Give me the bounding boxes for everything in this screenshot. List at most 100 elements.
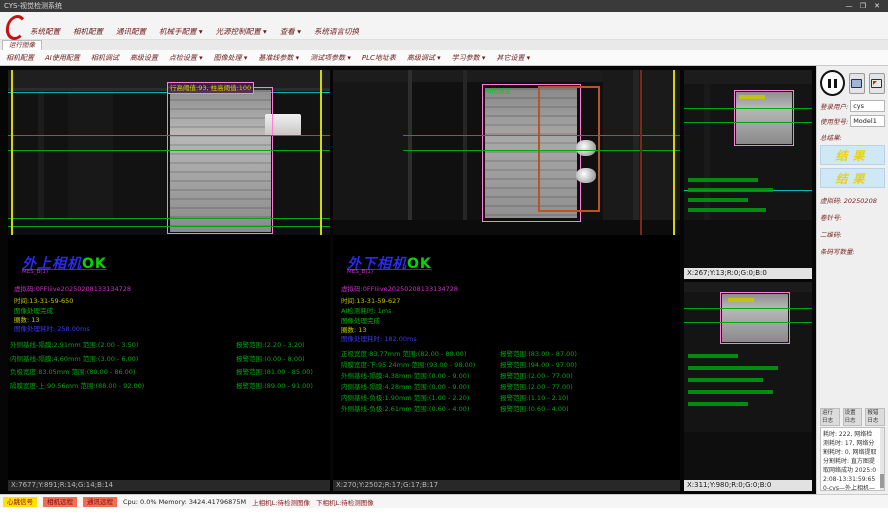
threshold-overlay-label: 行高阈值:93, 柱高阈值:100 [167, 82, 254, 94]
green-baseline [684, 108, 812, 109]
alarm-range: 报警范围:(89.00 - 91.00) [236, 380, 313, 390]
tool-other-settings[interactable]: 其它设置 ▾ [496, 53, 530, 63]
tool-camera-config[interactable]: 相机配置 [6, 53, 34, 63]
snapshot-button[interactable] [849, 73, 865, 94]
machinery-base [333, 220, 680, 235]
menu-robot-config[interactable]: 机械手配置 ▾ [159, 26, 203, 37]
cpu-memory-status: Cpu: 0.0% Memory: 3424.41796875M [123, 498, 246, 506]
log-text: 耗时: 222, 网络检测耗时: 17, 网络分割耗时: 0, 网络提取分割耗时… [821, 428, 884, 491]
write-count-label: 条码写数量: [820, 246, 885, 256]
comm-remote-badge: 通讯远程 [83, 497, 117, 507]
log-scroll-thumb[interactable] [880, 474, 884, 488]
toolbar: 相机配置 AI使用配置 相机调试 高级设置 点检设置 ▾ 图像处理 ▾ 基准线参… [0, 50, 888, 66]
menu-camera-config[interactable]: 相机配置 [73, 26, 103, 37]
menu-comm-config[interactable]: 通讯配置 [116, 26, 146, 37]
tool-camera-debug[interactable]: 相机调试 [91, 53, 119, 63]
title-bar: CYS-视觉检测系统 — ❐ ✕ [0, 0, 888, 12]
ai-zone-label: AI检测区 [485, 85, 511, 95]
model-input[interactable]: Model1 [850, 115, 885, 127]
machinery-edge [633, 70, 639, 235]
green-baseline [684, 122, 812, 123]
small-top-camera-panel: X:267;Y:13;R:0;G:0;B:0 [684, 70, 812, 279]
small-top-camera-image[interactable] [684, 70, 812, 268]
machinery-band [684, 70, 812, 84]
bright-spot [576, 168, 596, 183]
tool-baseline-params[interactable]: 基准线参数 ▾ [258, 53, 299, 63]
left-coordinate-bar: X:7677;Y:891;R:14;G:14;B:14 [8, 480, 330, 491]
machinery-column [68, 91, 113, 235]
alarm-range: 报警范围:(2.20 - 3.20) [236, 339, 305, 349]
text-overlay-bar [688, 188, 773, 192]
tool-image-processing[interactable]: 图像处理 ▾ [214, 53, 248, 63]
yellow-edge-line [11, 70, 13, 235]
yellow-edge-line [320, 70, 322, 235]
minimize-button[interactable]: — [842, 2, 856, 10]
log-tab-errors[interactable]: 报错日志 [865, 408, 885, 426]
center-camera-panel: AI检测区 外下相机OK MES_B(1) 虚拟码:0FFIiive202502… [333, 70, 680, 491]
ai-time-line: AI检测耗时: 1ms [341, 305, 391, 315]
log-scrollbar[interactable] [880, 428, 884, 490]
tool-spot-check[interactable]: 点检设置 ▾ [169, 53, 203, 63]
machinery-edge [463, 70, 467, 235]
small-bottom-camera-panel: X:311;Y:980;R:0;G:0;B:0 [684, 282, 812, 491]
time-line: 时间:13-31-59-650 [14, 295, 73, 305]
measurement-row: 外侧基线-隔膜:2.91mm 范围:(2.00 - 3.50) [10, 339, 138, 349]
dark-red-line [640, 70, 642, 235]
needle-number-label: 卷针号: [820, 212, 885, 222]
machinery-base [684, 220, 812, 268]
measurement-row: 内侧基线-负极:1.90mm 范围:(1.00 - 2.20) [341, 392, 469, 402]
tool-advanced-debug[interactable]: 高级调试 ▾ [407, 53, 441, 63]
menu-language-switch[interactable]: 系统语言切换 [314, 26, 359, 37]
green-baseline [403, 150, 680, 151]
tool-learning-params[interactable]: 学习参数 ▾ [452, 53, 486, 63]
alarm-range: 报警范围:(2.00 - 77.00) [500, 370, 573, 380]
measurement-row: 正极宽度:83.77mm 范围:(82.00 - 88.00) [341, 348, 466, 358]
mes-tag: MES_B(1) [347, 269, 373, 275]
alarm-range: 报警范围:(2.00 - 77.00) [500, 381, 573, 391]
maximize-button[interactable]: ❐ [856, 2, 870, 10]
center-camera-image[interactable]: AI检测区 [333, 70, 680, 235]
machinery-column [38, 91, 44, 235]
model-row: 使用型号: Model1 [820, 115, 885, 127]
log-tab-settings[interactable]: 设置日志 [843, 408, 863, 426]
result-ok: OK [407, 256, 432, 272]
close-button[interactable]: ✕ [870, 2, 884, 10]
total-result-label: 总结果: [820, 132, 885, 142]
tab-run-image[interactable]: 运行图像 [2, 40, 42, 50]
tool-ai-usage-config[interactable]: AI使用配置 [45, 53, 80, 63]
alarm-range: 报警范围:(94.00 - 97.00) [500, 359, 577, 369]
pause-button[interactable] [820, 70, 845, 96]
login-user-input[interactable]: cys [850, 100, 885, 112]
green-baseline [8, 218, 330, 219]
virtual-code-value: 虚拟码: 20250208 [820, 195, 885, 205]
log-box[interactable]: 耗时: 222, 网络检测耗时: 17, 网络分割耗时: 0, 网络提取分割耗时… [820, 427, 885, 491]
menu-items: 系统配置 相机配置 通讯配置 机械手配置 ▾ 光源控制配置 ▾ 查看 ▾ 系统语… [30, 26, 359, 37]
export-button[interactable] [869, 73, 885, 94]
monitor-icon [851, 79, 862, 88]
green-baseline [8, 150, 330, 151]
tool-test-params[interactable]: 测试项参数 ▾ [310, 53, 351, 63]
log-tab-run[interactable]: 运行日志 [820, 408, 840, 426]
machinery-band [684, 282, 812, 292]
yellow-marker [728, 298, 754, 302]
tool-advanced-settings[interactable]: 高级设置 [130, 53, 158, 63]
green-baseline [684, 322, 812, 323]
right-control-panel: 登录用户: cys 使用型号: Model1 总结果: 结果 结果 虚拟码: 2… [816, 66, 888, 494]
small-bottom-camera-image[interactable] [684, 282, 812, 480]
result-box-1: 结果 [820, 145, 885, 165]
login-user-row: 登录用户: cys [820, 100, 885, 112]
small-bottom-coordinate-bar: X:311;Y:980;R:0;G:0;B:0 [684, 480, 812, 491]
bottom-status-bar: 心跳信号 相机远程 通讯远程 Cpu: 0.0% Memory: 3424.41… [0, 494, 888, 508]
menu-view[interactable]: 查看 ▾ [280, 26, 301, 37]
center-camera-readout: 外下相机OK MES_B(1) 虚拟码:0FFIiive202502081331… [333, 235, 680, 480]
result-box-2: 结果 [820, 168, 885, 188]
tool-plc-address[interactable]: PLC地址表 [362, 53, 396, 63]
left-camera-image[interactable]: 行高阈值:93, 柱高阈值:100 [8, 70, 330, 235]
lower-camera-status: 下相机L:待检测图像 [316, 497, 374, 507]
barcode-line: 虚拟码:0FFIiive20250208133134728 [14, 283, 131, 293]
menu-system-config[interactable]: 系统配置 [30, 26, 60, 37]
upper-camera-status: 上相机L:待检测图像 [252, 497, 310, 507]
menu-light-config[interactable]: 光源控制配置 ▾ [216, 26, 267, 37]
control-button-row [820, 69, 885, 97]
bright-spot [576, 140, 596, 156]
